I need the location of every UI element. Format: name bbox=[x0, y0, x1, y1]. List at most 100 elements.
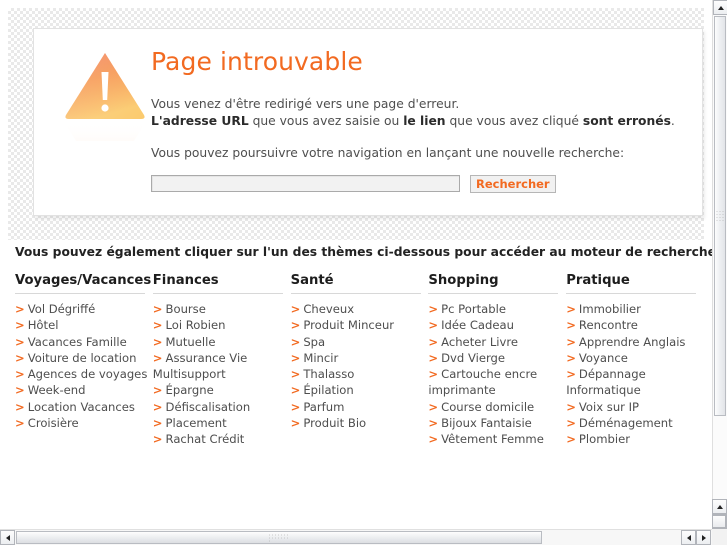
search-input[interactable] bbox=[151, 175, 460, 192]
theme-link[interactable]: > Immobilier bbox=[566, 301, 703, 317]
theme-link[interactable]: > Déménagement bbox=[566, 415, 703, 431]
caret-icon: > bbox=[290, 318, 301, 333]
theme-link[interactable]: > Mutuelle bbox=[153, 334, 290, 350]
theme-link[interactable]: > Location Vacances bbox=[15, 399, 152, 415]
theme-link-label: Épilation bbox=[303, 383, 354, 398]
theme-link[interactable]: > Voyance bbox=[566, 350, 703, 366]
theme-link[interactable]: > Épilation bbox=[291, 382, 428, 398]
theme-link[interactable]: > Loi Robien bbox=[153, 317, 290, 333]
caret-icon: > bbox=[428, 367, 439, 382]
scroll-up-button-secondary[interactable] bbox=[712, 499, 727, 514]
browser-viewport: Page introuvable Vous venez d'être redir… bbox=[0, 0, 712, 519]
scrollbar-grip-icon bbox=[268, 533, 290, 542]
theme-link[interactable]: > Apprendre Anglais bbox=[566, 334, 703, 350]
theme-link[interactable]: > Dépannage Informatique bbox=[566, 366, 703, 399]
scroll-up-button[interactable] bbox=[713, 0, 727, 15]
vertical-scrollbar-thumb[interactable] bbox=[714, 16, 726, 416]
theme-link[interactable]: > Produit Bio bbox=[291, 415, 428, 431]
theme-link-label: Placement bbox=[165, 416, 227, 431]
scroll-right-button[interactable] bbox=[696, 530, 711, 545]
theme-link[interactable]: > Agences de voyages bbox=[15, 366, 152, 382]
caret-icon: > bbox=[15, 318, 25, 333]
theme-link-label: Pc Portable bbox=[441, 302, 506, 316]
theme-link[interactable]: > Week-end bbox=[15, 382, 152, 398]
caret-icon: > bbox=[15, 383, 25, 398]
horizontal-scrollbar[interactable] bbox=[0, 529, 712, 545]
search-button[interactable]: Rechercher bbox=[470, 174, 556, 193]
theme-link[interactable]: > Voix sur IP bbox=[566, 399, 703, 415]
theme-link[interactable]: > Vêtement Femme bbox=[428, 431, 565, 447]
theme-link[interactable]: > Acheter Livre bbox=[428, 334, 565, 350]
theme-link[interactable]: > Cheveux bbox=[291, 301, 428, 317]
theme-link[interactable]: > Idée Cadeau bbox=[428, 317, 565, 333]
triangle-left-icon bbox=[686, 534, 691, 541]
theme-link[interactable]: > Défiscalisation bbox=[153, 399, 290, 415]
theme-link-label: Voiture de location bbox=[27, 350, 137, 365]
theme-column-heading: Pratique bbox=[566, 273, 697, 294]
theme-link[interactable]: > Mincir bbox=[291, 350, 428, 366]
theme-link-list: > Bourse > Loi Robien > Mutuelle > Assurance… bbox=[153, 301, 290, 448]
caret-icon: > bbox=[152, 432, 163, 447]
theme-link-label: Voix sur IP bbox=[578, 399, 640, 414]
theme-link-list: > Pc Portable > Idée Cadeau > Acheter Livre… bbox=[428, 301, 565, 448]
horizontal-scrollbar-thumb[interactable] bbox=[16, 531, 542, 544]
vertical-scrollbar[interactable] bbox=[712, 0, 727, 529]
theme-link[interactable]: > Pc Portable bbox=[428, 301, 565, 317]
caret-icon: > bbox=[290, 302, 301, 316]
error-text-2: que vous avez cliqué bbox=[445, 113, 583, 128]
theme-link-label: Thalasso bbox=[303, 367, 355, 382]
triangle-right-icon bbox=[701, 534, 706, 541]
caret-icon: > bbox=[566, 432, 576, 447]
caret-icon: > bbox=[428, 334, 439, 349]
scroll-left-button-secondary[interactable] bbox=[681, 530, 696, 545]
theme-link[interactable]: > Placement bbox=[153, 415, 290, 431]
scrollbar-corner-button[interactable] bbox=[712, 515, 726, 528]
caret-icon: > bbox=[290, 367, 301, 382]
caret-icon: > bbox=[428, 350, 439, 365]
theme-link[interactable]: > Plombier bbox=[566, 431, 703, 447]
theme-link[interactable]: > Assurance Vie Multisupport bbox=[153, 350, 290, 383]
error-emphasis-erroneous: sont erronés bbox=[582, 113, 671, 128]
theme-link-label: Assurance Vie Multisupport bbox=[152, 350, 248, 382]
caret-icon: > bbox=[290, 383, 301, 398]
caret-icon: > bbox=[152, 350, 163, 365]
theme-link[interactable]: > Produit Minceur bbox=[291, 317, 428, 333]
theme-column-voyages: Voyages/Vacances > Vol Dégriffé > Hôtel > V… bbox=[15, 273, 152, 448]
search-form: Rechercher bbox=[151, 174, 690, 193]
page-title: Page introuvable bbox=[151, 47, 363, 76]
caret-icon: > bbox=[15, 350, 25, 365]
theme-link[interactable]: > Vol Dégriffé bbox=[15, 301, 152, 317]
theme-link[interactable]: > Bourse bbox=[153, 301, 290, 317]
caret-icon: > bbox=[290, 399, 301, 414]
caret-icon: > bbox=[566, 318, 576, 333]
theme-column-heading: Santé bbox=[290, 273, 421, 294]
theme-link[interactable]: > Voiture de location bbox=[15, 350, 152, 366]
caret-icon: > bbox=[152, 383, 163, 398]
theme-link-list: > Cheveux > Produit Minceur > Spa > Mincir >… bbox=[291, 301, 428, 431]
caret-icon: > bbox=[566, 399, 576, 414]
theme-link-label: Dvd Vierge bbox=[441, 350, 506, 365]
theme-link[interactable]: > Croisière bbox=[15, 415, 152, 431]
theme-link[interactable]: > Hôtel bbox=[15, 317, 152, 333]
theme-link[interactable]: > Cartouche encre imprimante bbox=[428, 366, 565, 399]
theme-link[interactable]: > Bijoux Fantaisie bbox=[428, 415, 565, 431]
theme-link[interactable]: > Vacances Famille bbox=[15, 334, 152, 350]
caret-icon: > bbox=[566, 334, 576, 349]
scroll-left-button[interactable] bbox=[0, 530, 15, 545]
caret-icon: > bbox=[566, 367, 576, 382]
theme-link[interactable]: > Épargne bbox=[153, 382, 290, 398]
theme-link-label: Dépannage Informatique bbox=[566, 367, 646, 398]
theme-link-label: Produit Bio bbox=[303, 416, 367, 431]
theme-link[interactable]: > Parfum bbox=[291, 399, 428, 415]
theme-link[interactable]: > Rachat Crédit bbox=[153, 431, 290, 447]
theme-link[interactable]: > Spa bbox=[291, 334, 428, 350]
error-emphasis-url: L'adresse URL bbox=[151, 113, 249, 128]
theme-link[interactable]: > Dvd Vierge bbox=[428, 350, 565, 366]
theme-link[interactable]: > Course domicile bbox=[428, 399, 565, 415]
caret-icon: > bbox=[15, 334, 25, 349]
triangle-up-icon bbox=[716, 504, 723, 509]
scrollbar-grip-icon bbox=[716, 210, 725, 222]
theme-link-label: Plombier bbox=[578, 432, 630, 447]
theme-link[interactable]: > Thalasso bbox=[291, 366, 428, 382]
theme-link[interactable]: > Rencontre bbox=[566, 317, 703, 333]
